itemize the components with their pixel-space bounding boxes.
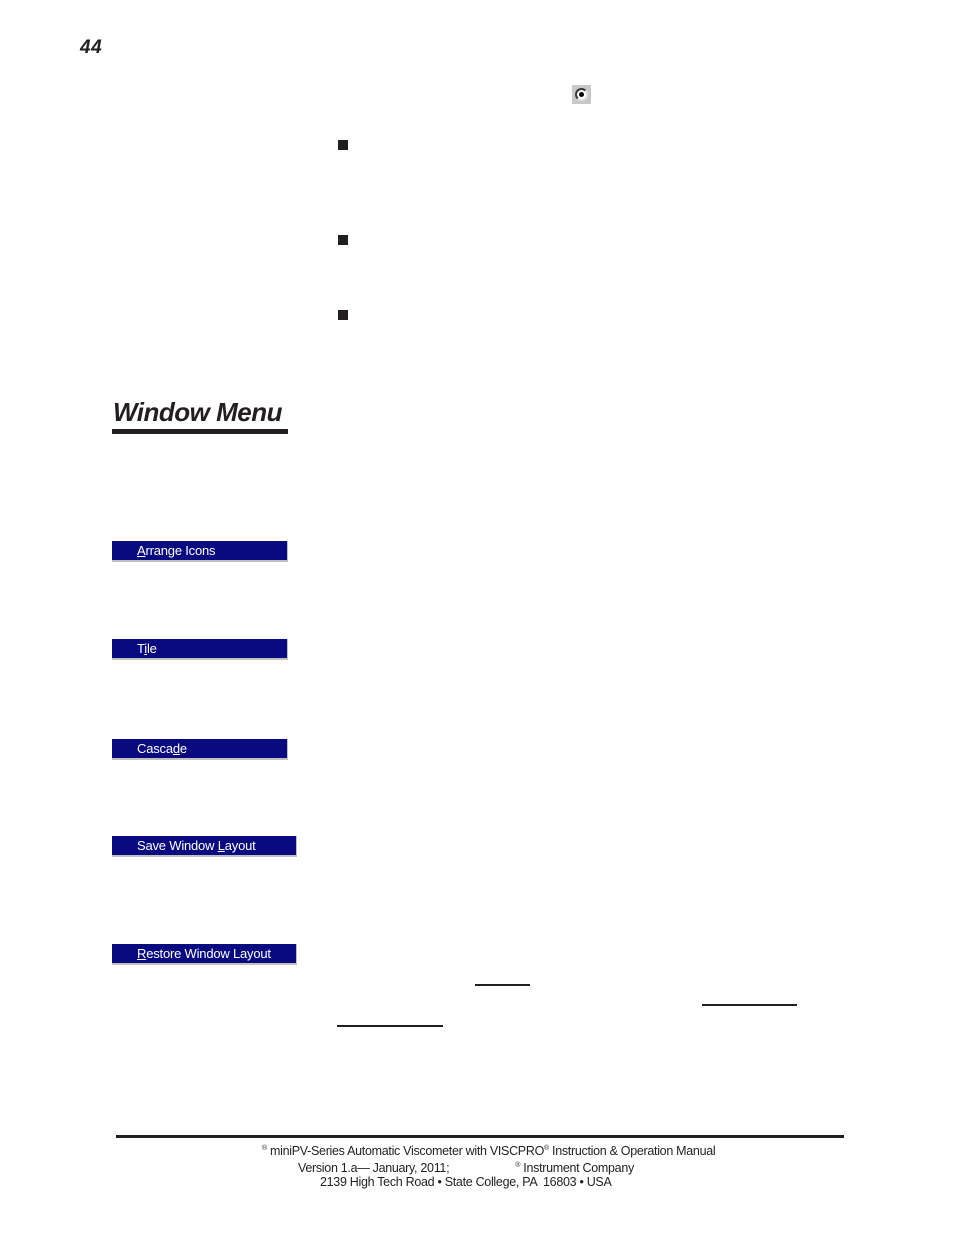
footer-text: Version 1.a— January, 2011; [298,1161,450,1175]
page-number: 44 [80,37,103,58]
menu-item-mnemonic: R [137,946,147,961]
menu-item-mnemonic: L [217,838,225,853]
menu-item-arrange-icons[interactable]: Arrange Icons [112,541,288,562]
section-title: Window Menu [113,397,283,427]
footer-text: Instrument Company [520,1161,634,1175]
menu-item-mnemonic: d [172,741,180,756]
radio-button-selected-icon [572,85,591,104]
menu-item-save-window-layout[interactable]: Save Window Layout [112,836,297,857]
square-bullet-icon [338,140,348,150]
menu-item-restore-window-layout[interactable]: Restore Window Layout [112,944,297,965]
menu-item-label-after: le [146,641,157,656]
hyperlink-underline[interactable] [702,1004,797,1006]
footer-text: Instruction & Operation Manual [548,1144,716,1158]
square-bullet-icon [338,235,348,245]
footer-address: 2139 High Tech Road • State College, PA … [320,1175,612,1189]
menu-item-label-after: estore Window Layout [146,946,271,961]
menu-item-label-before: Casca [137,741,173,756]
footer-manual-title: ® miniPV-Series Automatic Viscometer wit… [262,1141,716,1159]
radio-dot [579,92,584,97]
hyperlink-underline[interactable] [337,1025,443,1027]
footer-text: miniPV-Series Automatic Viscometer with … [266,1144,544,1158]
menu-item-label-after: rrange Icons [145,543,216,558]
menu-item-cascade[interactable]: Cascade [112,739,288,760]
menu-item-label-after: e [179,741,187,756]
menu-item-label-after: ayout [224,838,256,853]
section-title-underline [112,429,288,434]
footer-divider [116,1135,844,1138]
menu-item-label-before: Save Window [137,838,218,853]
square-bullet-icon [338,310,348,320]
hyperlink-underline[interactable] [475,984,530,986]
menu-item-tile[interactable]: Tile [112,639,288,660]
